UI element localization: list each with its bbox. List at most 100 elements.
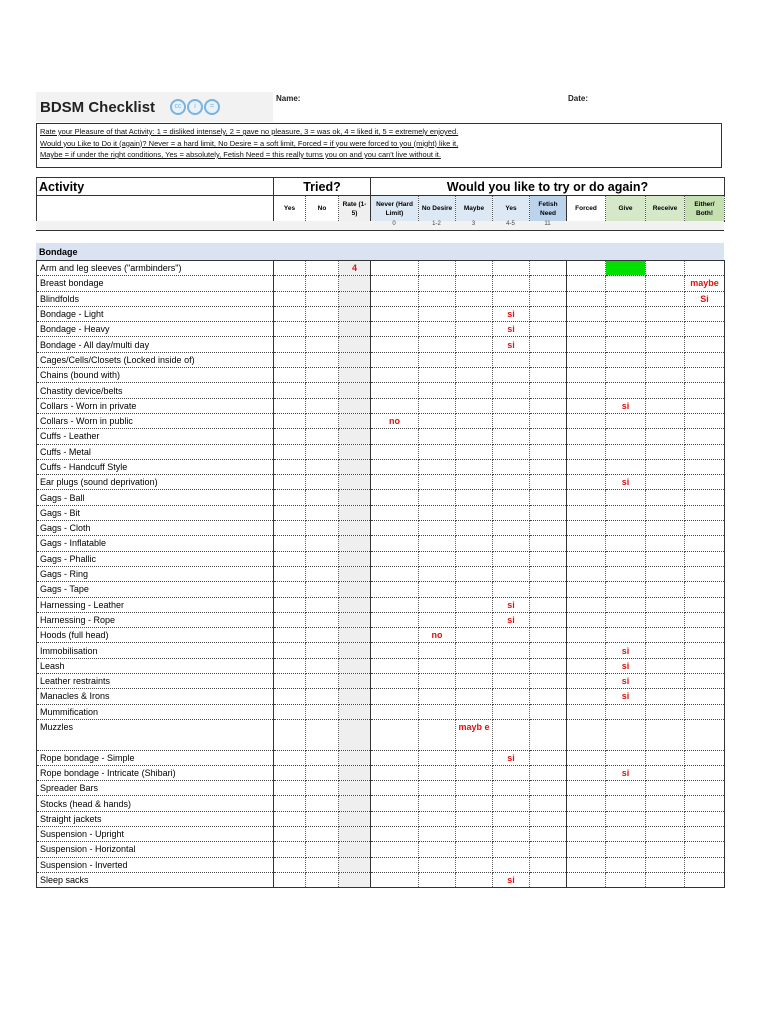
cell-give[interactable]: [605, 535, 646, 552]
cell-either[interactable]: [684, 581, 725, 598]
cell-rate[interactable]: [338, 474, 371, 491]
cell-no_t[interactable]: [305, 459, 339, 476]
cell-yes[interactable]: [492, 780, 530, 797]
cell-yes_t[interactable]: [273, 413, 306, 430]
cell-fetish[interactable]: [529, 857, 567, 873]
cell-nodesire[interactable]: [418, 505, 456, 522]
cell-forced[interactable]: [566, 719, 606, 751]
cell-maybe[interactable]: [455, 367, 493, 384]
cell-fetish[interactable]: [529, 459, 567, 476]
cell-never[interactable]: [370, 336, 419, 353]
cell-fetish[interactable]: [529, 872, 567, 889]
cell-nodesire[interactable]: [418, 489, 456, 506]
cell-give[interactable]: [605, 489, 646, 506]
cell-rate[interactable]: [338, 765, 371, 782]
cell-maybe[interactable]: [455, 704, 493, 720]
cell-yes[interactable]: [492, 704, 530, 720]
cell-either[interactable]: [684, 704, 725, 720]
cell-give[interactable]: [605, 750, 646, 766]
cell-rate[interactable]: [338, 505, 371, 522]
cell-rate[interactable]: [338, 719, 371, 751]
cell-fetish[interactable]: [529, 520, 567, 537]
cell-forced[interactable]: [566, 597, 606, 613]
cell-yes[interactable]: [492, 719, 530, 751]
cell-either[interactable]: [684, 566, 725, 583]
cell-forced[interactable]: [566, 489, 606, 506]
cell-rate[interactable]: [338, 795, 371, 812]
cell-either[interactable]: [684, 688, 725, 705]
cell-nodesire[interactable]: [418, 367, 456, 384]
cell-nodesire[interactable]: [418, 336, 456, 353]
cell-no_t[interactable]: [305, 750, 339, 766]
cell-never[interactable]: [370, 841, 419, 858]
cell-yes[interactable]: [492, 673, 530, 690]
cell-either[interactable]: [684, 321, 725, 338]
cell-receive[interactable]: [645, 382, 685, 399]
cell-nodesire[interactable]: [418, 688, 456, 705]
cell-maybe[interactable]: [455, 398, 493, 414]
cell-nodesire[interactable]: [418, 811, 456, 827]
cell-rate[interactable]: [338, 382, 371, 399]
cell-nodesire[interactable]: [418, 597, 456, 613]
cell-either[interactable]: [684, 474, 725, 491]
cell-never[interactable]: no: [370, 413, 419, 430]
cell-no_t[interactable]: [305, 321, 339, 338]
cell-forced[interactable]: [566, 826, 606, 843]
cell-never[interactable]: [370, 688, 419, 705]
cell-either[interactable]: [684, 627, 725, 644]
cell-give[interactable]: [605, 505, 646, 522]
cell-no_t[interactable]: [305, 444, 339, 460]
cell-no_t[interactable]: [305, 857, 339, 873]
cell-yes_t[interactable]: [273, 459, 306, 476]
cell-rate[interactable]: [338, 581, 371, 598]
cell-rate[interactable]: [338, 826, 371, 843]
cell-rate[interactable]: [338, 704, 371, 720]
cell-nodesire[interactable]: [418, 382, 456, 399]
cell-rate[interactable]: [338, 535, 371, 552]
cell-forced[interactable]: [566, 673, 606, 690]
cell-no_t[interactable]: [305, 505, 339, 522]
cell-forced[interactable]: [566, 642, 606, 659]
cell-rate[interactable]: [338, 352, 371, 369]
cell-give[interactable]: [605, 780, 646, 797]
cell-yes[interactable]: [492, 398, 530, 414]
cell-give[interactable]: [605, 367, 646, 384]
cell-receive[interactable]: [645, 673, 685, 690]
cell-yes_t[interactable]: [273, 581, 306, 598]
cell-never[interactable]: [370, 597, 419, 613]
cell-maybe[interactable]: [455, 612, 493, 629]
cell-fetish[interactable]: [529, 535, 567, 552]
cell-fetish[interactable]: [529, 627, 567, 644]
cell-yes_t[interactable]: [273, 551, 306, 567]
cell-yes_t[interactable]: [273, 857, 306, 873]
cell-fetish[interactable]: [529, 505, 567, 522]
cell-no_t[interactable]: [305, 520, 339, 537]
cell-either[interactable]: [684, 826, 725, 843]
cell-fetish[interactable]: [529, 321, 567, 338]
cell-no_t[interactable]: [305, 719, 339, 751]
cell-never[interactable]: [370, 444, 419, 460]
cell-receive[interactable]: [645, 367, 685, 384]
cell-no_t[interactable]: [305, 597, 339, 613]
cell-forced[interactable]: [566, 704, 606, 720]
cell-forced[interactable]: [566, 688, 606, 705]
cell-no_t[interactable]: [305, 474, 339, 491]
cell-yes_t[interactable]: [273, 367, 306, 384]
cell-yes[interactable]: [492, 367, 530, 384]
cell-no_t[interactable]: [305, 826, 339, 843]
cell-receive[interactable]: [645, 719, 685, 751]
cell-rate[interactable]: [338, 306, 371, 323]
cell-rate[interactable]: [338, 688, 371, 705]
cell-rate[interactable]: [338, 413, 371, 430]
cell-forced[interactable]: [566, 551, 606, 567]
cell-give[interactable]: [605, 826, 646, 843]
cell-yes_t[interactable]: [273, 673, 306, 690]
cell-yes[interactable]: [492, 413, 530, 430]
cell-no_t[interactable]: [305, 872, 339, 889]
cell-yes[interactable]: [492, 352, 530, 369]
cell-give[interactable]: [605, 413, 646, 430]
cell-rate[interactable]: [338, 566, 371, 583]
cell-yes[interactable]: [492, 658, 530, 675]
cell-yes_t[interactable]: [273, 275, 306, 292]
cell-never[interactable]: [370, 459, 419, 476]
